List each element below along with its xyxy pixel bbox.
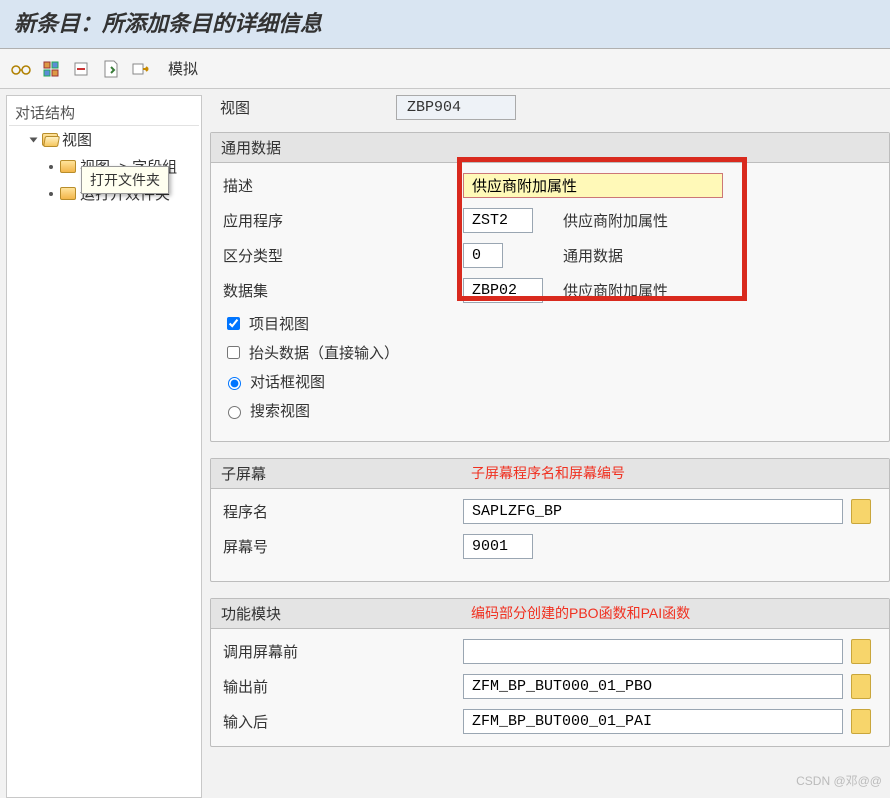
export-icon[interactable] [130,58,152,80]
before-call-input[interactable] [463,639,843,664]
description-label: 描述 [223,175,463,196]
dataset-label: 数据集 [223,280,463,301]
simulate-button[interactable]: 模拟 [160,56,206,81]
fm-legend: 功能模块 编码部分创建的PBO函数和PAI函数 [211,599,889,629]
subscreen-legend-text: 子屏幕 [221,466,266,483]
screen-no-label: 屏幕号 [223,536,273,557]
search-view-radio[interactable] [228,406,241,419]
diff-type-label: 区分类型 [223,245,463,266]
diff-type-input[interactable] [463,243,503,268]
bullet-icon [49,192,53,196]
item-view-label: 项目视图 [249,313,309,334]
subscreen-legend: 子屏幕 子屏幕程序名和屏幕编号 [211,459,889,489]
program-label: 程序名 [223,501,273,522]
delete-icon[interactable] [70,58,92,80]
detail-panel: 视图 ZBP904 通用数据 描述 应用程序 供应商附加属性 区分类型 通用数据 [202,89,890,798]
main-toolbar: 模拟 [0,49,890,89]
fm-annotation: 编码部分创建的PBO函数和PAI函数 [471,603,690,623]
application-text: 供应商附加属性 [563,210,668,231]
header-data-label: 抬头数据（直接输入） [249,342,399,363]
select-all-icon[interactable] [40,58,62,80]
search-view-label: 搜索视图 [250,400,310,421]
open-folder-tooltip: 打开文件夹 [81,166,169,194]
dialog-structure-panel: 对话结构 视图 视图 -> 字段组 运打开效件夹 打开文件夹 [6,95,202,798]
subscreen-group: 子屏幕 子屏幕程序名和屏幕编号 程序名 屏幕号 [210,458,890,582]
tree-root-views[interactable]: 视图 [9,126,199,153]
header-data-checkbox[interactable] [227,346,240,359]
description-input[interactable] [463,173,723,198]
before-output-label: 输出前 [223,676,313,697]
before-call-f4-button[interactable] [851,639,871,664]
general-data-legend: 通用数据 [211,133,889,163]
function-module-group: 功能模块 编码部分创建的PBO函数和PAI函数 调用屏幕前 输出前 输入后 [210,598,890,747]
general-data-group: 通用数据 描述 应用程序 供应商附加属性 区分类型 通用数据 数据集 [210,132,890,442]
folder-icon [60,187,76,200]
screen-no-input[interactable] [463,534,533,559]
window-title: 新条目：所添加条目的详细信息 [0,0,890,49]
view-value: ZBP904 [396,95,516,120]
after-input-f4-button[interactable] [851,709,871,734]
after-input-label: 输入后 [223,711,313,732]
after-input-input[interactable] [463,709,843,734]
tree-root-label: 视图 [62,129,92,150]
program-input[interactable] [463,499,843,524]
before-output-f4-button[interactable] [851,674,871,699]
application-label: 应用程序 [223,210,463,231]
caret-down-icon [30,137,38,142]
dialog-view-label: 对话框视图 [250,371,325,392]
dataset-input[interactable] [463,278,543,303]
before-output-input[interactable] [463,674,843,699]
new-page-icon[interactable] [100,58,122,80]
dataset-text: 供应商附加属性 [563,280,668,301]
glasses-icon[interactable] [10,58,32,80]
dialog-view-radio[interactable] [228,377,241,390]
application-input[interactable] [463,208,533,233]
dialog-structure-header: 对话结构 [9,100,199,126]
folder-open-icon [42,133,58,146]
program-f4-button[interactable] [851,499,871,524]
diff-type-text: 通用数据 [563,245,623,266]
item-view-checkbox[interactable] [227,317,240,330]
watermark: CSDN @邓@@ [796,772,882,789]
bullet-icon [49,165,53,169]
folder-icon [60,160,76,173]
before-call-label: 调用屏幕前 [223,641,313,662]
fm-legend-text: 功能模块 [221,606,281,623]
view-label: 视图 [220,97,380,118]
subscreen-annotation: 子屏幕程序名和屏幕编号 [471,463,625,483]
